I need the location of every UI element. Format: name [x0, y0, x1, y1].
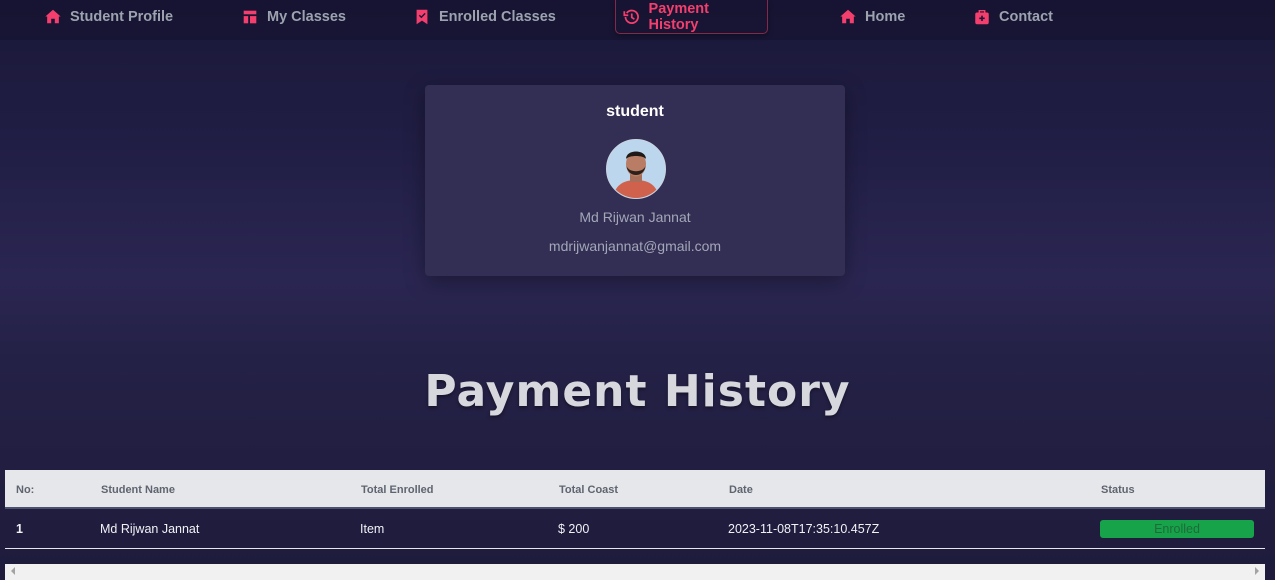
nav-label: Home [865, 9, 906, 25]
cell-no: 1 [16, 522, 23, 536]
nav-label: Contact [999, 9, 1053, 25]
column-header-status: Status [1101, 484, 1135, 496]
table-row: 1 Md Rijwan Jannat Item $ 200 2023-11-08… [5, 509, 1265, 549]
bookmark-icon [416, 9, 428, 25]
history-icon [623, 9, 639, 24]
home-icon [840, 9, 856, 24]
cell-total-coast: $ 200 [558, 522, 590, 536]
horizontal-scrollbar[interactable] [5, 564, 1265, 580]
nav-my-classes[interactable]: My Classes [241, 0, 346, 34]
profile-card: student Md Rijwan Jannat mdrijwanjannat@… [425, 85, 845, 276]
nav-contact[interactable]: Contact [973, 0, 1053, 34]
nav-enrolled-classes[interactable]: Enrolled Classes [413, 0, 556, 34]
payment-table: No: Student Name Total Enrolled Total Co… [5, 470, 1265, 549]
scroll-left-arrow-icon[interactable] [11, 567, 15, 575]
column-header-student-name: Student Name [101, 484, 175, 496]
nav-payment-history[interactable]: Payment History [615, 0, 768, 34]
nav-label: Payment History [648, 0, 709, 33]
avatar-image [607, 140, 665, 198]
layout-icon [243, 10, 257, 24]
scroll-right-arrow-icon[interactable] [1255, 567, 1259, 575]
nav-label: Enrolled Classes [439, 9, 556, 25]
avatar [606, 139, 666, 199]
nav-label: My Classes [267, 9, 346, 25]
column-header-total-coast: Total Coast [559, 484, 619, 496]
column-header-date: Date [729, 484, 753, 496]
user-name: Md Rijwan Jannat [579, 209, 691, 225]
table-header: No: Student Name Total Enrolled Total Co… [5, 470, 1265, 509]
status-badge: Enrolled [1100, 520, 1254, 538]
nav-label: Student Profile [70, 9, 174, 25]
home-icon [45, 9, 61, 24]
nav-student-profile[interactable]: Student Profile [44, 0, 173, 34]
cell-student-name: Md Rijwan Jannat [100, 522, 200, 536]
briefcase-medical-icon [975, 9, 989, 25]
user-email: mdrijwanjannat@gmail.com [548, 238, 722, 254]
user-role: student [606, 103, 664, 120]
page-title: Payment History [424, 366, 851, 417]
column-header-no: No: [16, 484, 35, 496]
top-navigation: Student Profile My Classes Enrolled Clas… [0, 0, 1275, 40]
cell-total-enrolled: Item [360, 522, 385, 536]
nav-home[interactable]: Home [839, 0, 905, 34]
cell-date: 2023-11-08T17:35:10.457Z [728, 522, 880, 536]
column-header-total-enrolled: Total Enrolled [361, 484, 434, 496]
